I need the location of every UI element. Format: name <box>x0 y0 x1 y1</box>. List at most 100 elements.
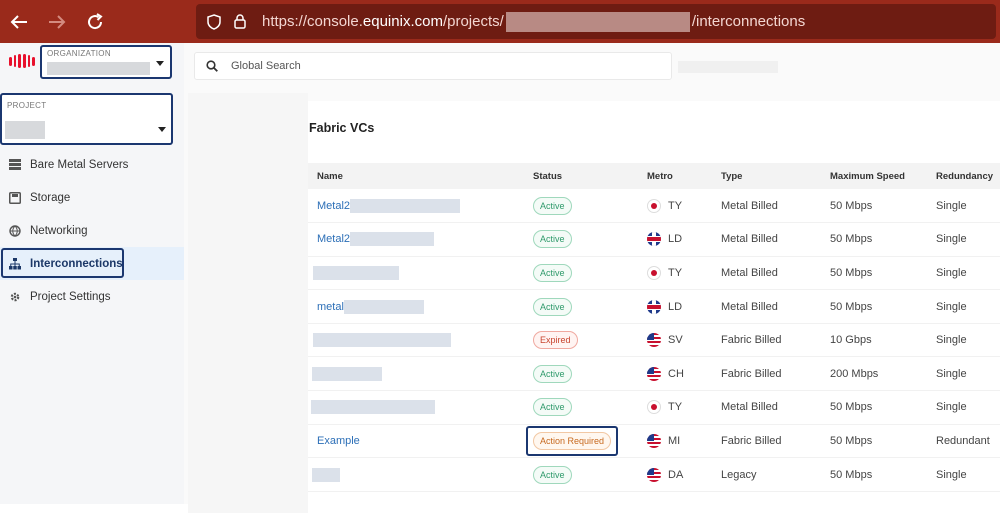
sidebar-item-bare-metal-servers[interactable]: Bare Metal Servers <box>0 148 184 181</box>
status-badge: Active <box>533 297 572 316</box>
fabric-vcs-card: Fabric VCs Name Status Metro Type Maximu… <box>308 101 1000 504</box>
column-header-maximum-speed[interactable]: Maximum Speed <box>821 163 927 189</box>
table-row[interactable]: metal Active LD Metal Billed 50 Mbps Sin… <box>308 289 1000 324</box>
name-cell <box>308 323 524 358</box>
sidebar-item-label: Storage <box>30 191 71 204</box>
table-row[interactable]: Example Action Required MI Fabric Billed… <box>308 424 1000 459</box>
metro-code: LD <box>668 300 683 313</box>
table-row[interactable]: Metal2 Active TY Metal Billed 50 Mbps Si… <box>308 189 1000 224</box>
storage-icon <box>8 191 22 205</box>
type-cell: Metal Billed <box>712 289 821 324</box>
name-cell: metal <box>308 289 524 324</box>
speed-cell: 10 Gbps <box>821 323 927 358</box>
address-bar[interactable]: https://console. equinix.com/projects/ /in… <box>196 4 996 39</box>
table-row[interactable]: Metal2 Active LD Metal Billed 50 Mbps Si… <box>308 222 1000 257</box>
metro-cell: TY <box>638 189 712 224</box>
status-cell: Active <box>524 457 638 492</box>
column-header-status[interactable]: Status <box>524 163 638 189</box>
sidebar: ORGANIZATION PROJECT Bare Metal Servers … <box>0 43 184 504</box>
redacted-project-id <box>505 11 690 32</box>
url-prefix: https://console. <box>262 13 363 30</box>
table-row[interactable]: Active DA Legacy 50 Mbps Single <box>308 457 1000 492</box>
metro-code: MI <box>668 434 681 447</box>
japan-flag-icon <box>647 198 661 213</box>
column-header-name[interactable]: Name <box>308 163 524 189</box>
url-path-end: /interconnections <box>691 13 806 30</box>
table-row[interactable]: Active TY Metal Billed 50 Mbps Single <box>308 256 1000 291</box>
redundancy-cell: Redundant <box>927 424 1000 459</box>
project-selector[interactable]: PROJECT <box>0 93 173 145</box>
metro-cell: MI <box>638 424 712 459</box>
name-cell <box>308 390 524 425</box>
url-text: https://console. equinix.com/projects/ /in… <box>262 11 806 32</box>
redacted-name <box>313 333 451 348</box>
speed-cell: 50 Mbps <box>821 390 927 425</box>
type-cell: Fabric Billed <box>712 356 821 392</box>
lock-icon[interactable] <box>228 14 252 29</box>
highlight-outline <box>1 248 124 278</box>
type-cell: Legacy <box>712 457 821 492</box>
back-arrow-icon[interactable] <box>0 0 38 43</box>
metro-cell: DA <box>638 457 712 492</box>
redundancy-cell: Single <box>927 356 1000 392</box>
table-row[interactable]: Active CH Fabric Billed 200 Mbps Single <box>308 356 1000 392</box>
vc-name-link[interactable]: metal <box>317 300 344 312</box>
redacted-name <box>343 299 424 314</box>
url-host: equinix.com <box>362 13 443 30</box>
search-input[interactable]: Global Search <box>231 60 301 72</box>
type-cell: Metal Billed <box>712 390 821 425</box>
status-cell: Action Required <box>524 424 638 459</box>
sidebar-item-interconnections[interactable]: Interconnections <box>0 247 184 280</box>
redundancy-cell: Single <box>927 457 1000 492</box>
us-flag-icon <box>647 433 661 448</box>
sidebar-item-project-settings[interactable]: Project Settings <box>0 280 184 313</box>
globe-icon <box>8 224 22 238</box>
organization-selector[interactable]: ORGANIZATION <box>40 45 172 79</box>
sidebar-item-networking[interactable]: Networking <box>0 214 184 247</box>
column-header-type[interactable]: Type <box>712 163 821 189</box>
status-badge: Active <box>533 364 572 383</box>
speed-cell: 50 Mbps <box>821 189 927 224</box>
vc-name-link[interactable]: Metal2 <box>317 199 350 211</box>
page-title: Fabric VCs <box>309 121 375 135</box>
status-badge: Expired <box>533 331 578 350</box>
status-cell: Expired <box>524 323 638 358</box>
type-cell: Metal Billed <box>712 222 821 257</box>
sidebar-item-label: Bare Metal Servers <box>30 158 129 171</box>
chevron-down-icon <box>158 127 166 132</box>
sidebar-item-storage[interactable]: Storage <box>0 181 184 214</box>
status-badge: Active <box>533 196 572 215</box>
vc-name-link[interactable]: Example <box>317 435 360 447</box>
us-flag-icon <box>647 333 661 348</box>
metro-code: LD <box>668 233 683 246</box>
metro-code: DA <box>668 468 684 481</box>
forward-arrow-icon[interactable] <box>38 0 76 43</box>
column-header-metro[interactable]: Metro <box>638 163 712 189</box>
shield-icon[interactable] <box>200 4 228 39</box>
fabric-vcs-table: Name Status Metro Type Maximum Speed Red… <box>308 163 1000 492</box>
speed-cell: 50 Mbps <box>821 424 927 459</box>
equinix-logo[interactable] <box>9 51 36 71</box>
name-cell: Example <box>308 424 524 459</box>
metro-code: TY <box>668 401 683 414</box>
redacted-name <box>350 232 435 247</box>
table-row[interactable]: Active TY Metal Billed 50 Mbps Single <box>308 390 1000 425</box>
status-badge: Active <box>533 398 572 417</box>
column-header-redundancy[interactable]: Redundancy <box>927 163 1000 189</box>
redacted-header-item <box>678 61 778 73</box>
name-cell <box>308 356 524 392</box>
speed-cell: 50 Mbps <box>821 222 927 257</box>
name-cell <box>308 256 524 291</box>
redacted-name <box>311 400 435 415</box>
speed-cell: 50 Mbps <box>821 457 927 492</box>
organization-label: ORGANIZATION <box>47 49 111 58</box>
metro-code: SV <box>668 334 683 347</box>
metro-cell: CH <box>638 356 712 392</box>
browser-toolbar: https://console. equinix.com/projects/ /in… <box>0 0 1000 43</box>
sidebar-item-label: Project Settings <box>30 290 111 303</box>
global-search[interactable]: Global Search <box>194 52 672 80</box>
status-cell: Active <box>524 222 638 257</box>
table-row[interactable]: Expired SV Fabric Billed 10 Gbps Single <box>308 323 1000 358</box>
reload-icon[interactable] <box>76 0 114 43</box>
vc-name-link[interactable]: Metal2 <box>317 233 350 245</box>
